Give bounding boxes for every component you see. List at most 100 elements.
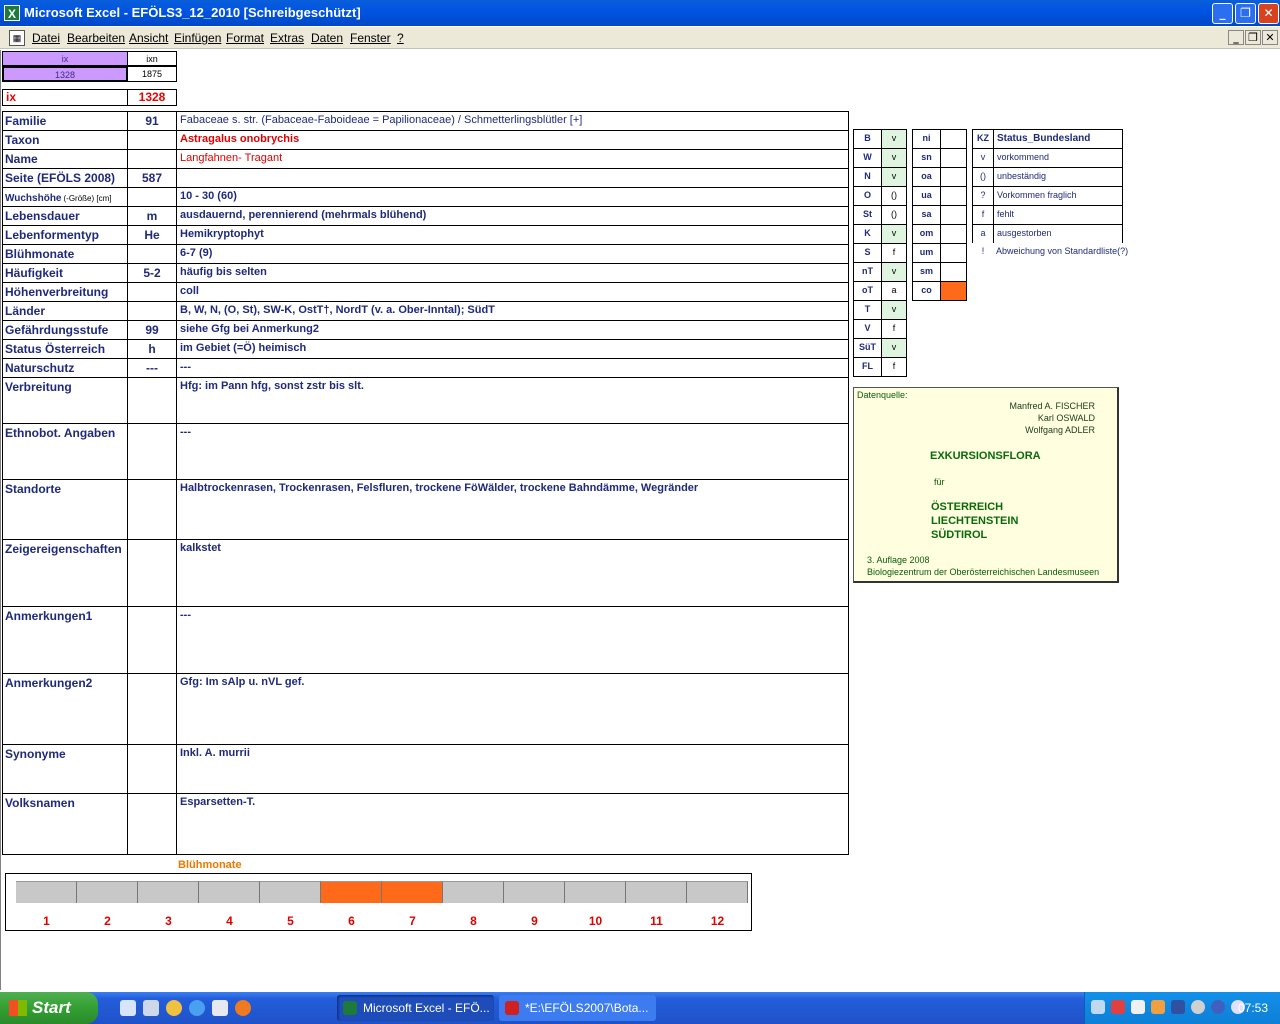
row-label[interactable]: Ethnobot. Angaben xyxy=(2,423,128,480)
doc-restore-button[interactable]: ❐ xyxy=(1245,30,1261,45)
row-label[interactable]: Naturschutz xyxy=(2,358,128,378)
info-icon[interactable] xyxy=(1211,1000,1225,1014)
row-label[interactable]: Name xyxy=(2,149,128,169)
state-value[interactable]: v xyxy=(881,129,907,149)
row-code[interactable] xyxy=(127,744,177,794)
row-value[interactable]: häufig bis selten xyxy=(176,263,849,283)
row-label[interactable]: Wuchshöhe (-Größe) [cm] xyxy=(2,187,128,207)
row-code[interactable]: 91 xyxy=(127,111,177,131)
menu-datei[interactable]: Datei xyxy=(32,31,60,45)
state-value[interactable]: () xyxy=(881,205,907,225)
workbook-icon[interactable]: ▦ xyxy=(9,30,25,46)
zone-value[interactable] xyxy=(940,186,967,206)
row-value[interactable]: Halbtrockenrasen, Trockenrasen, Felsflur… xyxy=(176,479,849,540)
row-label[interactable]: Blühmonate xyxy=(2,244,128,264)
row-value[interactable]: Hemikryptophyt xyxy=(176,225,849,245)
update-icon[interactable] xyxy=(1151,1000,1165,1014)
menu-daten[interactable]: Daten xyxy=(311,31,343,45)
menu-format[interactable]: Format xyxy=(226,31,264,45)
row-value[interactable]: Langfahnen- Tragant xyxy=(176,149,849,169)
row-code[interactable] xyxy=(127,606,177,674)
row-label[interactable]: Familie xyxy=(2,111,128,131)
row-label[interactable]: Taxon xyxy=(2,130,128,150)
state-value[interactable]: f xyxy=(881,243,907,263)
ie-icon[interactable] xyxy=(189,1000,205,1016)
state-value[interactable]: () xyxy=(881,186,907,206)
zone-value[interactable] xyxy=(940,167,967,187)
row-value[interactable]: --- xyxy=(176,423,849,480)
row-value[interactable]: Esparsetten-T. xyxy=(176,793,849,855)
ixn-value-cell[interactable]: 1875 xyxy=(127,66,177,82)
zone-value[interactable] xyxy=(940,262,967,282)
row-code[interactable] xyxy=(127,187,177,207)
ix-value-cell[interactable]: 1328 xyxy=(2,66,128,82)
row-label[interactable]: Gefährdungsstufe xyxy=(2,320,128,340)
row-label[interactable]: Häufigkeit xyxy=(2,263,128,283)
worksheet[interactable]: ix ixn 1328 1875 ix 1328 Familie 91 Fabace… xyxy=(0,50,1280,990)
row-value[interactable]: 10 - 30 (60) xyxy=(176,187,849,207)
row-code[interactable]: He xyxy=(127,225,177,245)
row-code[interactable] xyxy=(127,793,177,855)
state-value[interactable]: f xyxy=(881,319,907,339)
ix-value[interactable]: 1328 xyxy=(127,89,177,106)
row-value[interactable]: Inkl. A. murrii xyxy=(176,744,849,794)
state-value[interactable]: v xyxy=(881,224,907,244)
excel-icon[interactable]: X xyxy=(4,5,20,21)
row-code[interactable]: 5-2 xyxy=(127,263,177,283)
menu-einfuegen[interactable]: Einfügen xyxy=(174,31,221,45)
row-value[interactable]: Astragalus onobrychis xyxy=(176,130,849,150)
row-value[interactable]: 6-7 (9) xyxy=(176,244,849,264)
row-value[interactable]: im Gebiet (=Ö) heimisch xyxy=(176,339,849,359)
row-value[interactable]: --- xyxy=(176,358,849,378)
row-label[interactable]: Zeigereigenschaften xyxy=(2,539,128,607)
row-label[interactable]: Synonyme xyxy=(2,744,128,794)
zone-value[interactable] xyxy=(940,243,967,263)
row-value[interactable] xyxy=(176,168,849,188)
row-label[interactable]: Seite (EFÖLS 2008) xyxy=(2,168,128,188)
menu-bearbeiten[interactable]: Bearbeiten xyxy=(67,31,125,45)
desktop-icon[interactable] xyxy=(120,1000,136,1016)
zone-value[interactable] xyxy=(940,148,967,168)
zone-value[interactable] xyxy=(940,129,967,149)
volume-icon[interactable] xyxy=(1191,1000,1205,1014)
state-value[interactable]: v xyxy=(881,300,907,320)
explorer-icon[interactable] xyxy=(143,1000,159,1016)
row-code[interactable] xyxy=(127,282,177,302)
row-code[interactable]: --- xyxy=(127,358,177,378)
firefox-icon[interactable] xyxy=(235,1000,251,1016)
row-code[interactable]: 587 xyxy=(127,168,177,188)
zone-value[interactable] xyxy=(940,281,967,301)
row-label[interactable]: Anmerkungen2 xyxy=(2,673,128,745)
doc-close-button[interactable]: ✕ xyxy=(1262,30,1278,45)
row-value[interactable]: ausdauernd, perennierend (mehrmals blühe… xyxy=(176,206,849,226)
row-value[interactable]: coll xyxy=(176,282,849,302)
row-label[interactable]: Verbreitung xyxy=(2,377,128,424)
menu-extras[interactable]: Extras xyxy=(270,31,304,45)
row-label[interactable]: Höhenverbreitung xyxy=(2,282,128,302)
start-button[interactable]: Start xyxy=(0,992,98,1024)
row-label[interactable]: Lebensdauer xyxy=(2,206,128,226)
row-code[interactable] xyxy=(127,377,177,424)
row-value[interactable]: Gfg: Im sAlp u. nVL gef. xyxy=(176,673,849,745)
state-value[interactable]: a xyxy=(881,281,907,301)
minimize-button[interactable]: _ xyxy=(1212,3,1233,24)
row-value[interactable]: Hfg: im Pann hfg, sonst zstr bis slt. xyxy=(176,377,849,424)
row-code[interactable] xyxy=(127,301,177,321)
restore-button[interactable]: ❐ xyxy=(1235,3,1256,24)
state-value[interactable]: v xyxy=(881,262,907,282)
state-value[interactable]: v xyxy=(881,167,907,187)
row-code[interactable]: 99 xyxy=(127,320,177,340)
row-code[interactable] xyxy=(127,479,177,540)
menu-help[interactable]: ? xyxy=(397,31,404,45)
close-button[interactable]: ✕ xyxy=(1258,3,1279,24)
row-value[interactable]: B, W, N, (O, St), SW-K, OstT†, NordT (v.… xyxy=(176,301,849,321)
state-value[interactable]: v xyxy=(881,148,907,168)
outlook-icon[interactable] xyxy=(212,1000,228,1016)
row-code[interactable] xyxy=(127,149,177,169)
row-code[interactable] xyxy=(127,423,177,480)
shield-icon[interactable] xyxy=(1171,1000,1185,1014)
row-label[interactable]: Lebenformentyp xyxy=(2,225,128,245)
row-label[interactable]: Länder xyxy=(2,301,128,321)
row-code[interactable] xyxy=(127,539,177,607)
row-label[interactable]: Standorte xyxy=(2,479,128,540)
